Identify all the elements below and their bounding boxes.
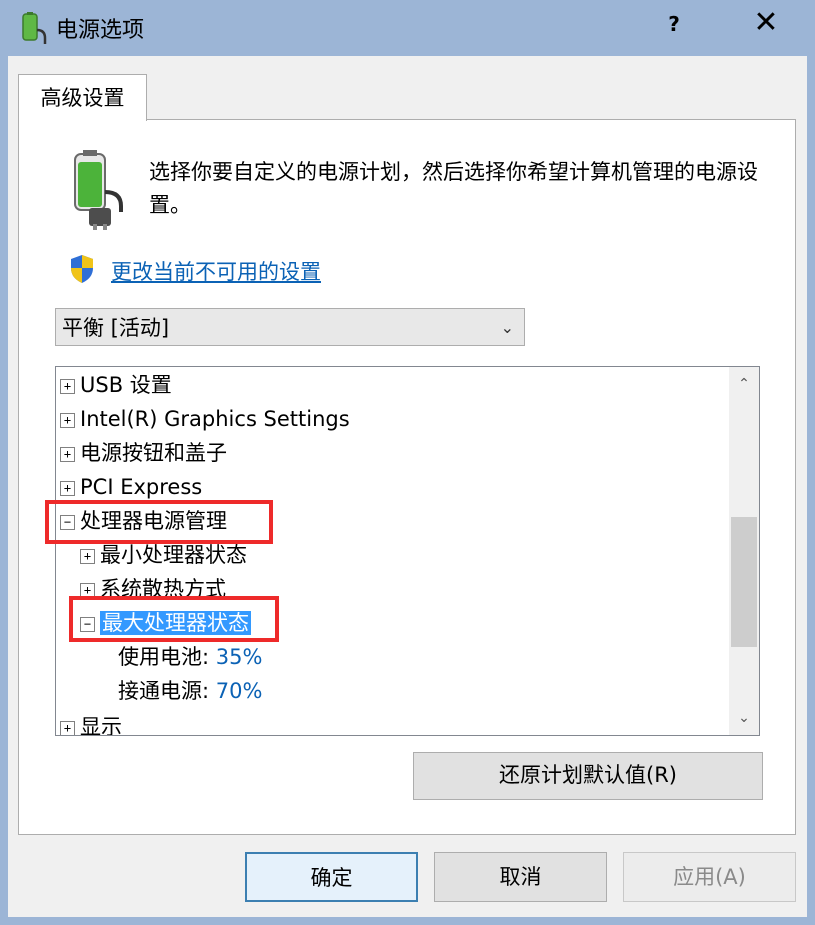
tree-item-label: USB 设置 xyxy=(80,373,172,397)
apply-button[interactable]: 应用(A) xyxy=(623,852,796,902)
restore-defaults-button[interactable]: 还原计划默认值(R) xyxy=(413,752,763,800)
tree-item-label: 显示 xyxy=(80,715,122,736)
tree-item-label: Intel(R) Graphics Settings xyxy=(80,407,350,431)
expand-icon[interactable]: + xyxy=(60,412,75,428)
power-plan-select[interactable]: 平衡 [活动] ⌄ xyxy=(55,308,525,346)
tree-item-intel-graphics[interactable]: + Intel(R) Graphics Settings xyxy=(60,403,350,435)
expand-icon[interactable]: + xyxy=(60,720,75,735)
tree-item-power-buttons-lid[interactable]: + 电源按钮和盖子 xyxy=(60,437,227,469)
dialog-client: 高级设置 选择你要自定义的电源计划，然后选择你希望计算机管理的电源设置。 更改当… xyxy=(8,56,807,917)
expand-icon[interactable]: + xyxy=(80,548,95,564)
expand-icon[interactable]: + xyxy=(60,480,75,496)
ok-button[interactable]: 确定 xyxy=(245,852,418,902)
annotation-box-max-processor-state xyxy=(69,596,279,642)
tree-item-label: PCI Express xyxy=(80,475,203,499)
tree-item-display[interactable]: + 显示 xyxy=(60,711,122,736)
shield-icon xyxy=(71,255,93,283)
scroll-thumb[interactable] xyxy=(731,517,757,647)
tree-item-label: 电源按钮和盖子 xyxy=(80,441,227,465)
tree-item-plugged-in[interactable]: 接通电源: 70% xyxy=(118,675,262,707)
setting-value[interactable]: 70% xyxy=(216,679,263,703)
annotation-box-processor-power xyxy=(45,500,273,544)
tree-item-label: 最小处理器状态 xyxy=(100,543,247,567)
scroll-down-icon[interactable]: ⌄ xyxy=(729,701,759,735)
power-options-icon xyxy=(22,12,47,44)
expand-icon[interactable]: + xyxy=(60,378,75,394)
power-plan-value: 平衡 [活动] xyxy=(62,316,170,340)
close-button[interactable]: ✕ xyxy=(740,4,792,44)
cancel-button[interactable]: 取消 xyxy=(434,852,607,902)
help-button[interactable]: ? xyxy=(656,8,692,40)
expand-icon[interactable]: + xyxy=(60,446,75,462)
setting-value[interactable]: 35% xyxy=(216,645,263,669)
setting-label: 接通电源: xyxy=(118,679,210,703)
tab-panel: 选择你要自定义的电源计划，然后选择你希望计算机管理的电源设置。 更改当前不可用的… xyxy=(18,119,796,835)
tree-item-on-battery[interactable]: 使用电池: 35% xyxy=(118,641,262,673)
setting-label: 使用电池: xyxy=(118,645,210,669)
tree-item-pci-express[interactable]: + PCI Express xyxy=(60,471,202,503)
title-bar: 电源选项 ? ✕ xyxy=(0,0,815,56)
scroll-up-icon[interactable]: ⌃ xyxy=(729,367,759,401)
change-unavailable-settings-link[interactable]: 更改当前不可用的设置 xyxy=(111,256,321,286)
settings-tree[interactable]: + USB 设置 + Intel(R) Graphics Settings + 电源按… xyxy=(55,366,760,736)
description-text: 选择你要自定义的电源计划，然后选择你希望计算机管理的电源设置。 xyxy=(149,160,758,217)
tree-item-usb-settings[interactable]: + USB 设置 xyxy=(60,369,172,401)
vertical-scrollbar[interactable]: ⌃ ⌄ xyxy=(729,367,759,735)
battery-icon xyxy=(74,150,123,230)
window-title: 电源选项 xyxy=(56,18,145,43)
tab-advanced-settings[interactable]: 高级设置 xyxy=(18,74,147,121)
chevron-down-icon: ⌄ xyxy=(500,318,514,337)
